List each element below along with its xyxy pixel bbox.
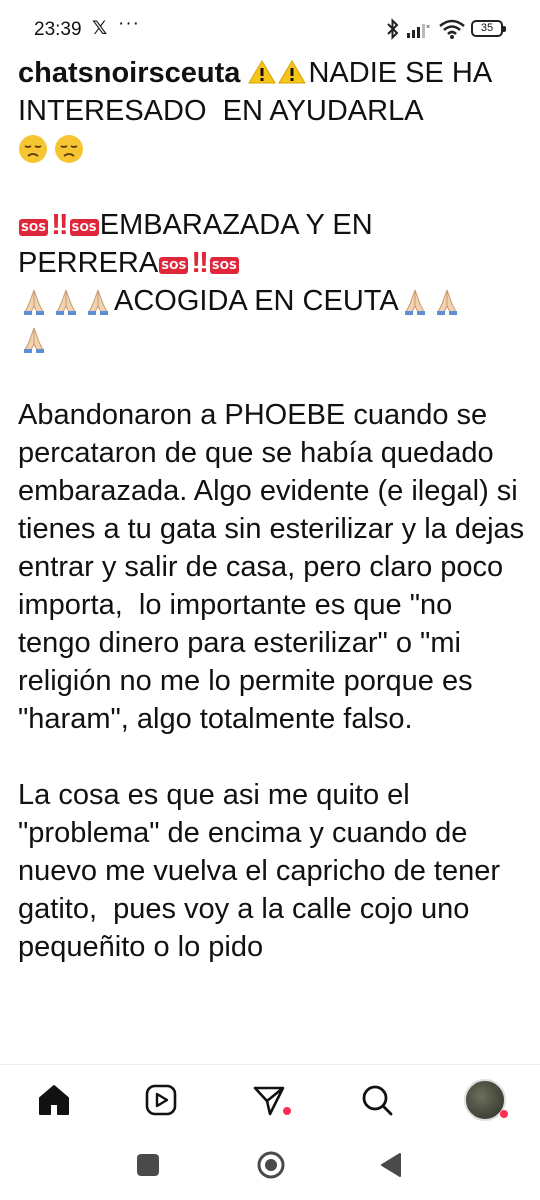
sos-icon: SOS [159, 257, 189, 274]
praying-hands-icon [24, 327, 44, 353]
wifi-icon [439, 19, 465, 39]
status-time: 23:39 [34, 19, 82, 40]
sos-icon: SOS [19, 219, 49, 236]
profile-notification-dot [500, 1110, 508, 1118]
sos-icon: SOS [209, 257, 239, 274]
messages-icon [253, 1086, 285, 1116]
search-icon [362, 1085, 393, 1116]
signal-icon: × [407, 24, 430, 38]
username-link[interactable]: chatsnoirsceuta [18, 57, 240, 89]
status-bar: 23:39 𝕏 ··· × 35 [0, 0, 540, 58]
post-caption: chatsnoirsceuta NADIE SE HA INTERESADO E… [18, 54, 528, 966]
nav-profile-button[interactable] [462, 1077, 508, 1123]
caption-header: chatsnoirsceuta NADIE SE HA INTERESADO E… [18, 54, 528, 168]
more-notifications-icon: ··· [118, 13, 140, 34]
bluetooth-icon [387, 18, 399, 40]
recent-apps-button[interactable] [137, 1154, 159, 1176]
system-navigation [0, 1134, 540, 1200]
nav-reels-button[interactable] [138, 1077, 184, 1123]
sos-text-b: PERRERA [18, 247, 159, 279]
double-exclamation-icon: !! [191, 247, 208, 279]
warning-icon [248, 60, 277, 84]
praying-hands-icon [88, 289, 108, 315]
svg-text:×: × [426, 24, 430, 31]
system-back-button[interactable] [380, 1152, 402, 1178]
disappointed-face-icon [19, 135, 47, 163]
sos-icon: SOS [69, 219, 99, 236]
caption-paragraph-2: La cosa es que asi me quito el "problema… [18, 779, 509, 963]
system-home-button[interactable] [256, 1150, 286, 1180]
home-icon [39, 1085, 69, 1115]
x-notification-icon: 𝕏 [92, 18, 108, 39]
nav-messages-button[interactable] [246, 1077, 292, 1123]
reels-icon [145, 1084, 177, 1116]
messages-notification-dot [283, 1107, 291, 1115]
sos-text-a: EMBARAZADA Y EN [99, 209, 373, 241]
praying-hands-icon [56, 289, 76, 315]
bottom-navigation [0, 1064, 540, 1135]
praying-hands-icon [436, 289, 457, 315]
praying-hands-icon [24, 289, 44, 315]
sos-line: SOS!! SOS EMBARAZADA Y EN PERRERA SOS!! SOS AC… [18, 206, 528, 358]
nav-home-button[interactable] [31, 1077, 77, 1123]
caption-paragraph-1: Abandonaron a PHOEBE cuando se percataro… [18, 399, 533, 735]
acogida-text: ACOGIDA EN CEUTA [114, 285, 399, 317]
nav-search-button[interactable] [354, 1077, 400, 1123]
disappointed-face-icon [55, 135, 83, 163]
double-exclamation-icon: !! [51, 209, 68, 241]
battery-icon: 35 [471, 20, 506, 37]
warning-icon [278, 60, 307, 84]
praying-hands-icon [404, 289, 425, 315]
